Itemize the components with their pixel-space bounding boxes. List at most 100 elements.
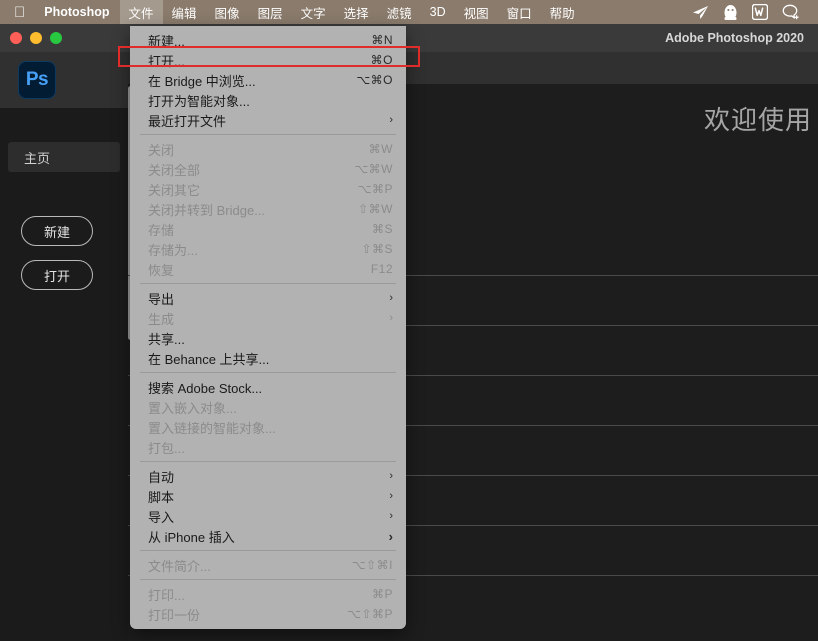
menubar-item-8[interactable]: 视图: [455, 0, 498, 24]
menu-item-label: 从 iPhone 插入: [148, 529, 235, 545]
menu-separator: [140, 372, 396, 373]
menubar-item-3[interactable]: 图层: [249, 0, 292, 24]
menu-item-shortcut: ⌘S: [371, 222, 393, 236]
menu-item-0-0[interactable]: 新建... ⌘N: [130, 30, 406, 50]
menu-separator: [140, 283, 396, 284]
menu-item-2-2[interactable]: 共享...: [130, 328, 406, 348]
menu-item-1-5: 存储为... ⇧⌘S: [130, 239, 406, 259]
menubar-item-6[interactable]: 滤镜: [378, 0, 421, 24]
menu-item-shortcut: ⌥⌘O: [356, 73, 393, 87]
siri-search-icon[interactable]: [782, 4, 800, 20]
photoshop-window: Adobe Photoshop 2020 Ps 主页 新建 打开 欢迎使用: [0, 24, 818, 641]
qq-penguin-icon[interactable]: [723, 4, 738, 21]
menu-item-3-0[interactable]: 搜索 Adobe Stock...: [130, 377, 406, 397]
chevron-right-icon: ›: [388, 528, 393, 544]
open-file-button[interactable]: 打开: [21, 260, 93, 290]
menu-item-shortcut: ⌥⇧⌘P: [347, 607, 393, 621]
chevron-right-icon: ›: [389, 510, 393, 522]
menu-item-label: 置入嵌入对象...: [148, 400, 237, 416]
chevron-right-icon: ›: [389, 490, 393, 502]
menu-item-label: 最近打开文件: [148, 113, 227, 129]
menu-item-label: 恢复: [148, 262, 175, 278]
menu-item-1-2: 关闭其它 ⌥⌘P: [130, 179, 406, 199]
menu-item-label: 关闭并转到 Bridge...: [148, 202, 266, 218]
menu-item-1-0: 关闭 ⌘W: [130, 139, 406, 159]
menubar-item-7[interactable]: 3D: [421, 0, 455, 24]
menubar-item-9[interactable]: 窗口: [498, 0, 541, 24]
close-button[interactable]: [10, 32, 22, 44]
menu-item-4-1[interactable]: 脚本 ›: [130, 486, 406, 506]
menu-item-1-3: 关闭并转到 Bridge... ⇧⌘W: [130, 199, 406, 219]
menu-item-label: 打包...: [148, 440, 185, 456]
menu-item-3-2: 置入链接的智能对象...: [130, 417, 406, 437]
menu-item-6-0: 打印... ⌘P: [130, 584, 406, 604]
menu-item-label: 存储为...: [148, 242, 198, 258]
menu-item-2-3[interactable]: 在 Behance 上共享...: [130, 348, 406, 368]
menu-item-label: 导入: [148, 509, 175, 525]
menu-item-0-1[interactable]: 打开... ⌘O: [130, 50, 406, 70]
menu-item-0-4[interactable]: 最近打开文件 ›: [130, 110, 406, 130]
menu-item-label: 打开为智能对象...: [148, 93, 250, 109]
menubar-app-name[interactable]: Photoshop: [34, 0, 119, 24]
menu-item-shortcut: ⇧⌘S: [361, 242, 393, 256]
menubar-item-10[interactable]: 帮助: [541, 0, 584, 24]
macos-menu-bar:  Photoshop 文件编辑图像图层文字选择滤镜3D视图窗口帮助: [0, 0, 818, 24]
welcome-heading: 欢迎使用: [703, 105, 812, 135]
menu-item-label: 生成: [148, 311, 175, 327]
new-file-button[interactable]: 新建: [21, 216, 93, 246]
menu-item-3-1: 置入嵌入对象...: [130, 397, 406, 417]
menu-item-shortcut: F12: [370, 262, 393, 276]
chevron-right-icon: ›: [389, 312, 393, 324]
file-dropdown-menu[interactable]: 新建... ⌘N 打开... ⌘O 在 Bridge 中浏览... ⌥⌘O 打开为智能对象.…: [130, 26, 406, 629]
menu-item-shortcut: ⌥⇧⌘I: [351, 558, 393, 572]
menu-item-4-2[interactable]: 导入 ›: [130, 506, 406, 526]
menu-item-label: 关闭其它: [148, 182, 201, 198]
menu-separator: [140, 134, 396, 135]
menu-item-label: 自动: [148, 469, 175, 485]
menu-item-label: 置入链接的智能对象...: [148, 420, 276, 436]
menu-item-0-2[interactable]: 在 Bridge 中浏览... ⌥⌘O: [130, 70, 406, 90]
window-title-bar: Adobe Photoshop 2020: [0, 24, 818, 52]
menu-item-label: 打印...: [148, 587, 185, 603]
wps-writer-icon[interactable]: [752, 4, 768, 20]
minimize-button[interactable]: [30, 32, 42, 44]
chevron-right-icon: ›: [389, 114, 393, 126]
menu-item-shortcut: ⇧⌘W: [358, 202, 393, 216]
apple-logo-icon[interactable]: : [6, 0, 34, 24]
menu-item-label: 脚本: [148, 489, 175, 505]
menubar-status-icons: [692, 4, 812, 21]
paper-plane-icon[interactable]: [692, 5, 709, 20]
menu-item-shortcut: ⌘P: [371, 587, 393, 601]
menubar-item-2[interactable]: 图像: [206, 0, 249, 24]
menubar-item-1[interactable]: 编辑: [163, 0, 206, 24]
menubar-item-0[interactable]: 文件: [119, 0, 163, 24]
menu-item-label: 搜索 Adobe Stock...: [148, 380, 263, 396]
menu-item-4-0[interactable]: 自动 ›: [130, 466, 406, 486]
menu-item-label: 在 Behance 上共享...: [148, 351, 270, 367]
menubar-item-4[interactable]: 文字: [292, 0, 335, 24]
menu-item-4-3[interactable]: 从 iPhone 插入 ›: [130, 526, 406, 546]
menu-item-shortcut: ⌘N: [371, 33, 393, 47]
window-title: Adobe Photoshop 2020: [665, 31, 804, 45]
menu-item-5-0: 文件简介... ⌥⇧⌘I: [130, 555, 406, 575]
screen:  Photoshop 文件编辑图像图层文字选择滤镜3D视图窗口帮助: [0, 0, 818, 641]
menu-item-6-1: 打印一份 ⌥⇧⌘P: [130, 604, 406, 624]
zoom-button[interactable]: [50, 32, 62, 44]
menu-item-label: 打印一份: [148, 607, 201, 623]
menu-item-label: 打开...: [148, 53, 185, 69]
menu-item-0-3[interactable]: 打开为智能对象...: [130, 90, 406, 110]
menubar-items: 文件 编辑 图像 图层 文字 选择 滤镜 3D 视图 窗口 帮助: [119, 0, 584, 24]
menu-item-label: 关闭全部: [148, 162, 201, 178]
menu-item-1-6: 恢复 F12: [130, 259, 406, 279]
traffic-lights: [0, 32, 62, 44]
menu-item-2-0[interactable]: 导出 ›: [130, 288, 406, 308]
photoshop-logo-icon: Ps: [18, 61, 56, 99]
menu-item-shortcut: ⌥⌘P: [357, 182, 393, 196]
menu-item-shortcut: ⌘O: [370, 53, 393, 67]
menu-item-label: 存储: [148, 222, 175, 238]
menu-item-3-3: 打包...: [130, 437, 406, 457]
menu-item-shortcut: ⌥⌘W: [354, 162, 393, 176]
sidebar-item-home[interactable]: 主页: [8, 142, 120, 172]
menu-item-2-1: 生成 ›: [130, 308, 406, 328]
menubar-item-5[interactable]: 选择: [335, 0, 378, 24]
